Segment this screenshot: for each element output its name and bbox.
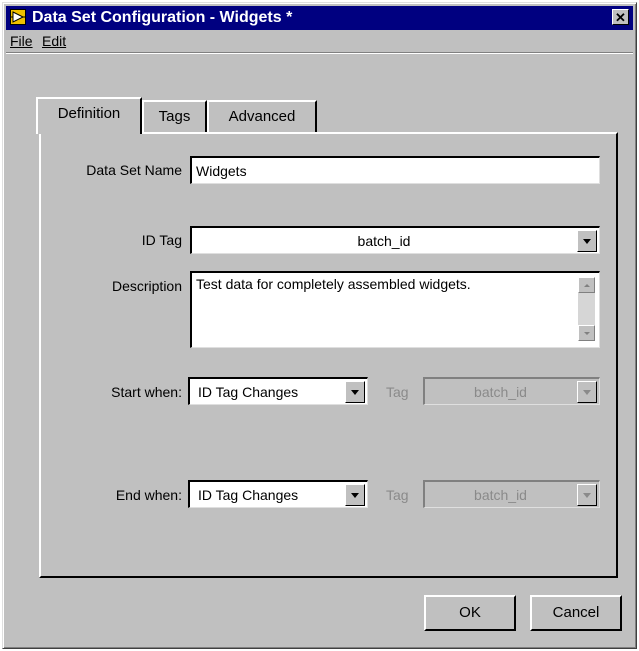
menu-file-label: File [10,33,33,49]
description-scrollbar[interactable] [578,277,595,341]
end-when-label: End when: [115,487,182,503]
scroll-down-icon[interactable] [578,325,595,341]
tab-tags[interactable]: Tags [142,100,207,132]
end-tag-label: Tag [386,487,409,503]
start-when-label: Start when: [111,384,182,400]
chevron-down-icon [577,484,597,506]
id-tag-select[interactable]: batch_id [190,226,600,254]
tab-tags-label: Tags [158,108,191,125]
tab-definition-label: Definition [57,105,121,122]
labview-icon [10,9,26,25]
menu-edit[interactable]: Edit [42,32,66,50]
start-tag-label: Tag [386,384,409,400]
end-when-select[interactable]: ID Tag Changes [188,480,368,508]
id-tag-label: ID Tag [141,232,182,248]
id-tag-value: batch_id [357,233,411,249]
start-tag-select: batch_id [423,377,600,405]
menu-edit-label: Edit [42,33,67,49]
menu-separator [6,52,633,54]
dataset-name-field[interactable]: Widgets [190,156,600,184]
tab-advanced-label: Advanced [228,108,296,125]
title-bar[interactable]: Data Set Configuration - Widgets * ✕ [6,6,633,30]
tab-definition[interactable]: Definition [36,97,142,134]
close-icon[interactable]: ✕ [612,9,629,25]
ok-button-label: OK [459,604,481,621]
cancel-button-label: Cancel [552,604,600,621]
chevron-down-icon[interactable] [345,381,365,403]
scroll-up-icon[interactable] [578,277,595,293]
end-tag-select: batch_id [423,480,600,508]
dataset-name-value: Widgets [196,163,247,179]
description-label: Description [111,278,182,294]
chevron-down-icon[interactable] [345,484,365,506]
chevron-down-icon [577,381,597,403]
tab-panel-definition [39,132,618,578]
tab-advanced[interactable]: Advanced [207,100,317,132]
start-when-select[interactable]: ID Tag Changes [188,377,368,405]
end-when-value: ID Tag Changes [198,487,299,503]
chevron-down-icon[interactable] [577,230,597,252]
window-title: Data Set Configuration - Widgets * [32,9,293,26]
cancel-button[interactable]: Cancel [530,595,622,631]
description-value: Test data for completely assembled widge… [196,276,471,292]
menu-file[interactable]: File [10,32,33,50]
description-textarea[interactable]: Test data for completely assembled widge… [190,271,600,348]
start-tag-value: batch_id [474,384,527,400]
ok-button[interactable]: OK [424,595,516,631]
end-tag-value: batch_id [474,487,527,503]
dialog-window: Data Set Configuration - Widgets * ✕ Fil… [2,2,637,649]
menu-bar: File Edit [6,30,633,52]
start-when-value: ID Tag Changes [198,384,299,400]
dataset-name-label: Data Set Name [86,162,182,178]
